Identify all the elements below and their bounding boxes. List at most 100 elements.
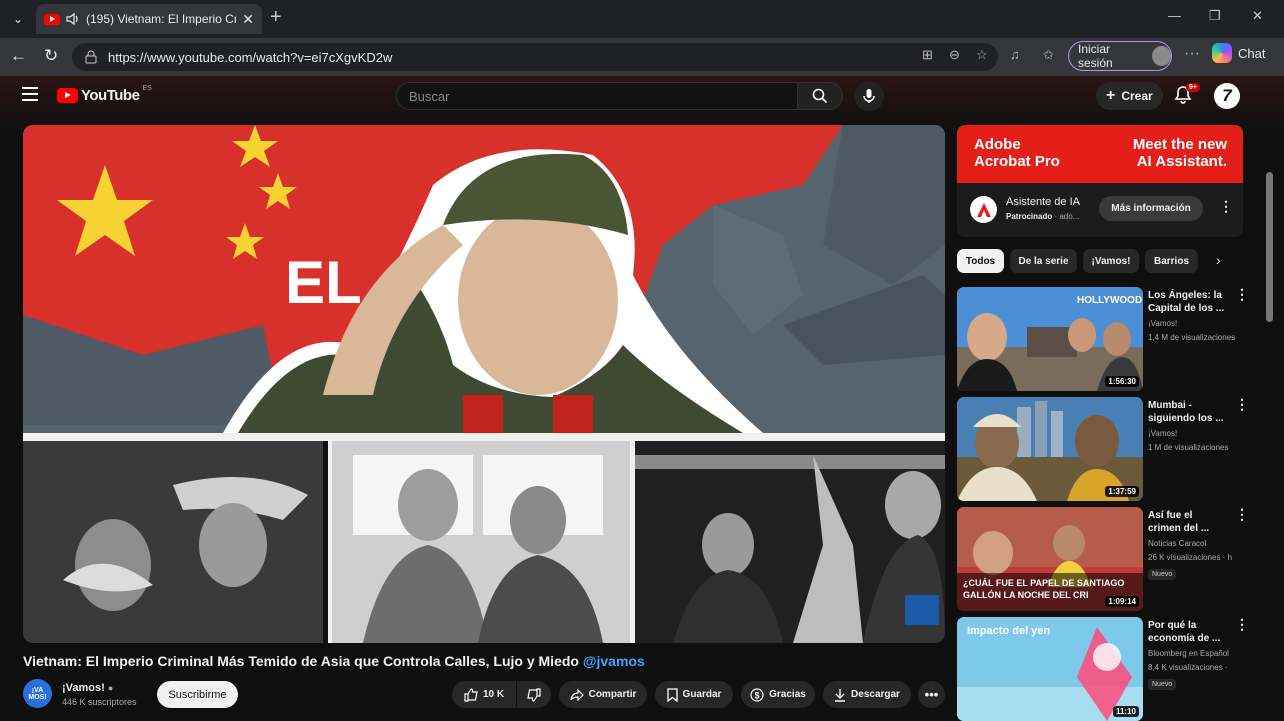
create-button[interactable]: + Crear bbox=[1096, 82, 1163, 110]
page-scrollbar[interactable] bbox=[1266, 172, 1273, 322]
adobe-logo-icon bbox=[970, 196, 997, 223]
recommendation-views: 1,4 M de visualizaciones bbox=[1148, 333, 1236, 342]
share-button[interactable]: Compartir bbox=[559, 681, 647, 708]
recommendation-item[interactable]: 1:37:59 Mumbai - siguiendo los ... ¡Vamo… bbox=[957, 397, 1249, 501]
menu-hamburger-icon[interactable] bbox=[22, 87, 38, 105]
window-close-icon[interactable]: ✕ bbox=[1252, 8, 1263, 24]
favorites-icon[interactable]: ✩ bbox=[1043, 47, 1054, 63]
youtube-page: YouTube ES Buscar + Crear 9+ 7 EL Vietna… bbox=[0, 76, 1284, 721]
ad-banner[interactable]: Adobe Acrobat Pro Meet the new AI Assist… bbox=[957, 125, 1243, 183]
chip-barrios[interactable]: Barrios bbox=[1145, 249, 1198, 273]
recommendation-channel: Noticias Caracol bbox=[1148, 539, 1207, 548]
thumbs-up-icon bbox=[464, 687, 478, 702]
youtube-favicon-icon bbox=[44, 13, 60, 25]
more-horizontal-icon: ••• bbox=[924, 687, 939, 702]
tab-list-chevron-icon[interactable]: ⌄ bbox=[6, 7, 30, 31]
recommendation-thumbnail[interactable]: Impacto del yen 11:10 bbox=[957, 617, 1143, 721]
video-title: Vietnam: El Imperio Criminal Más Temido … bbox=[23, 653, 645, 669]
recommendation-options-icon[interactable]: ⋮ bbox=[1235, 287, 1249, 301]
search-button[interactable] bbox=[797, 82, 843, 110]
recommendation-views: 1 M de visualizaciones bbox=[1148, 443, 1229, 452]
channel-handle-link[interactable]: @jvamos bbox=[583, 653, 645, 669]
recommendation-channel: Bloomberg en Español bbox=[1148, 649, 1229, 658]
more-menu-icon[interactable]: ··· bbox=[1184, 45, 1200, 63]
ad-options-icon[interactable]: ⋮ bbox=[1219, 199, 1233, 213]
thumb-text: HOLLYWOOD bbox=[1077, 295, 1142, 306]
browser-toolbar: ← ↻ https://www.youtube.com/watch?v=ei7c… bbox=[0, 38, 1284, 76]
recommendation-options-icon[interactable]: ⋮ bbox=[1235, 507, 1249, 521]
recommendation-thumbnail[interactable]: 1:37:59 bbox=[957, 397, 1143, 501]
channel-name[interactable]: ¡Vamos! ● bbox=[62, 682, 113, 694]
reload-icon[interactable]: ↻ bbox=[44, 46, 58, 66]
like-count: 10 K bbox=[482, 689, 505, 700]
ad-banner-right: Meet the new AI Assistant. bbox=[1132, 136, 1227, 170]
speaker-icon[interactable] bbox=[66, 12, 80, 26]
app-available-icon[interactable]: ⊞ bbox=[922, 47, 933, 63]
account-avatar[interactable]: 7 bbox=[1214, 83, 1240, 109]
ad-sponsored-line: Patrocinado · ado... bbox=[1006, 212, 1079, 221]
share-label: Compartir bbox=[588, 689, 637, 700]
recommendation-title[interactable]: Por qué la economía de ... bbox=[1148, 619, 1228, 645]
recommendation-thumbnail[interactable]: HOLLYWOOD 1:56:30 bbox=[957, 287, 1143, 391]
zoom-icon[interactable]: ⊖ bbox=[949, 47, 960, 63]
video-duration: 1:09:14 bbox=[1105, 596, 1139, 607]
recommendation-title[interactable]: Así fue el crimen del ... bbox=[1148, 509, 1228, 535]
share-arrow-icon bbox=[569, 688, 584, 701]
favorite-star-icon[interactable]: ☆ bbox=[976, 47, 988, 63]
download-button[interactable]: Descargar bbox=[823, 681, 911, 708]
recommendation-title[interactable]: Mumbai - siguiendo los ... bbox=[1148, 399, 1228, 425]
minimize-icon[interactable]: — bbox=[1168, 8, 1181, 23]
thumbs-down-icon bbox=[527, 687, 541, 702]
like-button[interactable]: 10 K bbox=[452, 681, 516, 708]
thumb-caption: Impacto del yen bbox=[967, 625, 1051, 637]
recommendation-item[interactable]: HOLLYWOOD 1:56:30 Los Ángeles: la Capita… bbox=[957, 287, 1249, 391]
recommendation-options-icon[interactable]: ⋮ bbox=[1235, 397, 1249, 411]
search-input[interactable]: Buscar bbox=[396, 82, 798, 110]
voice-search-button[interactable] bbox=[854, 81, 884, 111]
new-badge: Nuevo bbox=[1148, 679, 1177, 690]
recommendation-title[interactable]: Los Ángeles: la Capital de los ... bbox=[1148, 289, 1228, 315]
more-actions-button[interactable]: ••• bbox=[918, 681, 945, 708]
recommendation-options-icon[interactable]: ⋮ bbox=[1235, 617, 1249, 631]
browser-tab-bar: ⌄ (195) Vietnam: El Imperio Crim ✕ + — ❐… bbox=[0, 0, 1284, 38]
ad-banner-left-text: Adobe Acrobat Pro bbox=[974, 136, 1060, 170]
ad-banner-right-text: Meet the new AI Assistant. bbox=[1133, 136, 1227, 170]
recommendation-thumbnail[interactable]: ¿CUÁL FUE EL PAPEL DE SANTIAGO GALLÓN LA… bbox=[957, 507, 1143, 611]
video-duration: 1:56:30 bbox=[1105, 376, 1139, 387]
signin-button[interactable]: Iniciar sesión bbox=[1068, 41, 1172, 71]
notification-count-badge: 9+ bbox=[1186, 83, 1200, 92]
chip-todos[interactable]: Todos bbox=[957, 249, 1004, 273]
recommendation-item[interactable]: Impacto del yen 11:10 Por qué la economí… bbox=[957, 617, 1249, 721]
dislike-button[interactable] bbox=[517, 681, 551, 708]
youtube-logo[interactable]: YouTube ES bbox=[57, 85, 152, 104]
close-tab-icon[interactable]: ✕ bbox=[242, 11, 254, 28]
copilot-chat-button[interactable]: Chat bbox=[1212, 43, 1265, 63]
video-duration: 11:10 bbox=[1112, 706, 1139, 717]
back-arrow-icon[interactable]: ← bbox=[10, 46, 27, 66]
url-text: https://www.youtube.com/watch?v=ei7cXgvK… bbox=[108, 49, 393, 65]
chevron-right-icon[interactable]: › bbox=[1216, 252, 1221, 268]
media-control-icon[interactable]: ♫ bbox=[1010, 47, 1020, 62]
new-tab-plus-icon[interactable]: + bbox=[270, 6, 282, 29]
video-player[interactable]: EL bbox=[23, 125, 945, 643]
profile-avatar bbox=[1151, 46, 1171, 66]
video-thumbnail: EL bbox=[23, 125, 945, 643]
restore-icon[interactable]: ❐ bbox=[1209, 8, 1221, 24]
recommendation-item[interactable]: ¿CUÁL FUE EL PAPEL DE SANTIAGO GALLÓN LA… bbox=[957, 507, 1249, 611]
save-button[interactable]: Guardar bbox=[655, 681, 733, 708]
channel-avatar[interactable]: ¡VA MOS! bbox=[23, 679, 52, 708]
address-bar[interactable]: https://www.youtube.com/watch?v=ei7cXgvK… bbox=[72, 43, 998, 71]
recommendation-views: 8,4 K visualizaciones · bbox=[1148, 663, 1228, 672]
subscribe-button[interactable]: Suscribirme bbox=[157, 681, 238, 708]
site-info-icon[interactable] bbox=[84, 50, 98, 64]
thanks-button[interactable]: $ Gracias bbox=[741, 681, 815, 708]
download-icon bbox=[835, 688, 846, 702]
download-label: Descargar bbox=[851, 689, 900, 700]
more-info-button[interactable]: Más información bbox=[1099, 196, 1203, 221]
browser-tab-active[interactable]: (195) Vietnam: El Imperio Crim ✕ bbox=[36, 4, 262, 34]
signin-label: Iniciar sesión bbox=[1078, 42, 1113, 70]
search-placeholder: Buscar bbox=[409, 88, 450, 104]
sponsored-ad-card[interactable]: Adobe Acrobat Pro Meet the new AI Assist… bbox=[957, 125, 1243, 237]
chip-de-la-serie[interactable]: De la serie bbox=[1010, 249, 1077, 273]
chip-vamos[interactable]: ¡Vamos! bbox=[1083, 249, 1139, 273]
